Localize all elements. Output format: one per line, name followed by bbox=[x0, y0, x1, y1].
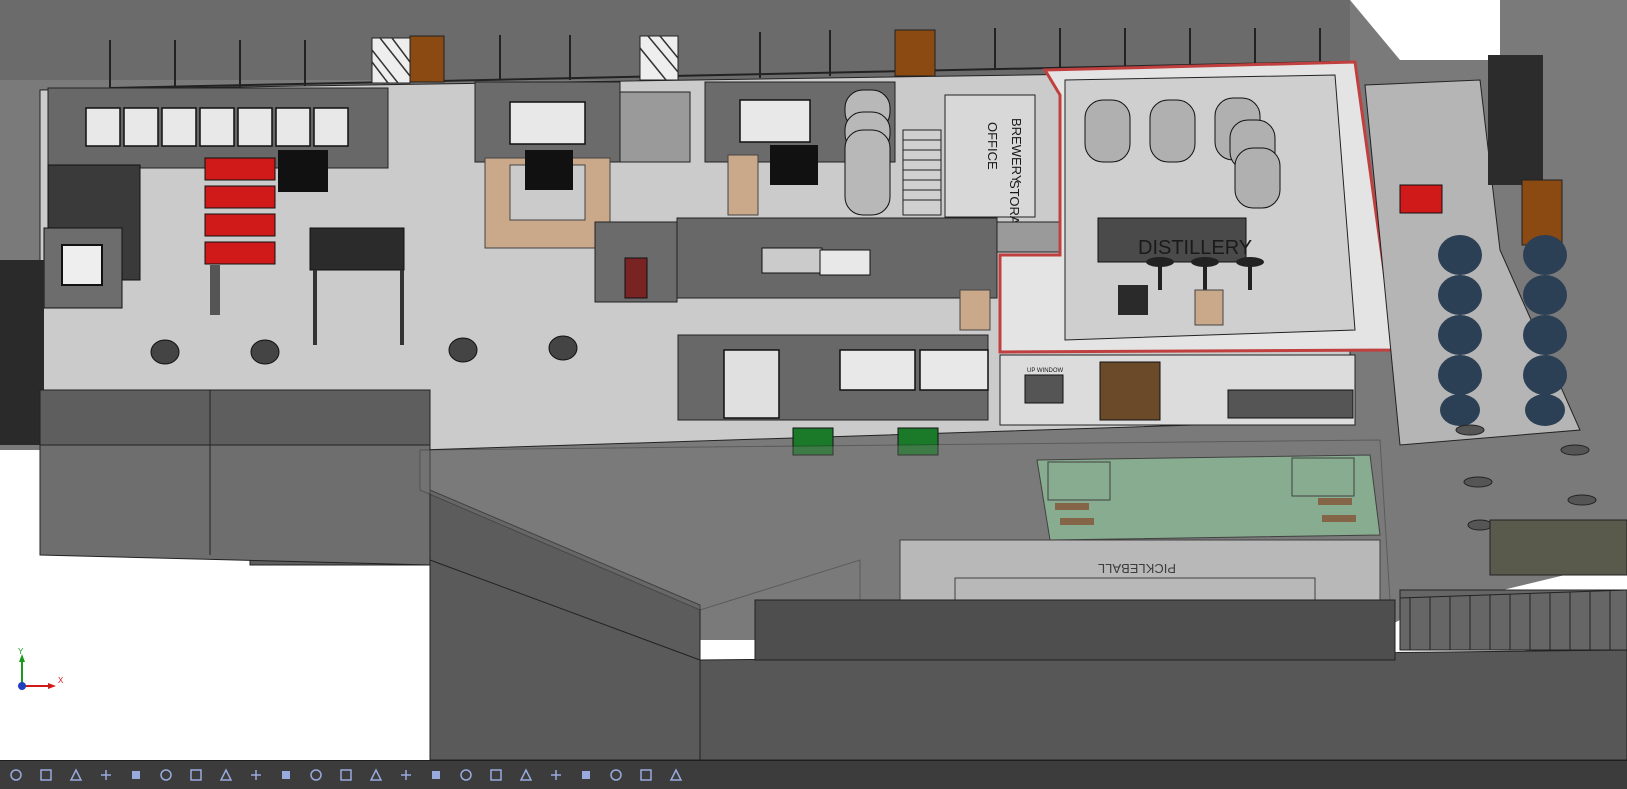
left-windows bbox=[85, 107, 349, 147]
dark-unit-3 bbox=[770, 145, 818, 185]
court-base-wall bbox=[754, 599, 1396, 661]
storefront-doors bbox=[1099, 361, 1161, 421]
window-sign: UP WINDOW bbox=[1027, 368, 1064, 374]
measure-icon[interactable] bbox=[546, 766, 566, 784]
perspective-icon[interactable] bbox=[426, 766, 446, 784]
previous-view-icon[interactable] bbox=[96, 766, 116, 784]
tan-counter-2 bbox=[727, 154, 759, 216]
hatched-panel-right bbox=[639, 35, 679, 81]
rotate-view-icon[interactable] bbox=[6, 766, 26, 784]
snapshot-icon[interactable] bbox=[666, 766, 686, 784]
back-door-right bbox=[894, 29, 936, 77]
left-edge-wall bbox=[0, 260, 44, 445]
view-orientation-icon[interactable] bbox=[156, 766, 176, 784]
cartoon-icon[interactable] bbox=[456, 766, 476, 784]
edit-appearance-icon[interactable] bbox=[246, 766, 266, 784]
cad-3d-viewport[interactable]: BREWERY OFFICE STORAGE DISTILLERY UP WIN… bbox=[0, 0, 1627, 760]
section-properties-icon[interactable] bbox=[606, 766, 626, 784]
reference-triad: Y X bbox=[8, 647, 68, 698]
office-label: OFFICE bbox=[985, 122, 1000, 170]
display-style-icon[interactable] bbox=[186, 766, 206, 784]
triad-y-label: Y bbox=[18, 648, 24, 656]
camera-icon[interactable] bbox=[486, 766, 506, 784]
dark-unit-2 bbox=[525, 150, 573, 190]
hide-show-icon[interactable] bbox=[216, 766, 236, 784]
dark-structure-right bbox=[1488, 55, 1543, 185]
apply-scene-icon[interactable] bbox=[276, 766, 296, 784]
triad-x-label: X bbox=[58, 676, 64, 685]
stairs bbox=[902, 129, 942, 216]
brewery-tanks bbox=[844, 89, 891, 216]
left-square-window bbox=[61, 244, 103, 286]
gate-structure bbox=[309, 227, 405, 271]
lights-icon[interactable] bbox=[516, 766, 536, 784]
dark-unit-1 bbox=[278, 150, 328, 192]
brewery-label: BREWERY bbox=[1009, 118, 1024, 184]
ambient-occlusion-icon[interactable] bbox=[396, 766, 416, 784]
building-model[interactable]: BREWERY OFFICE STORAGE DISTILLERY UP WIN… bbox=[0, 0, 1627, 760]
front-door bbox=[723, 349, 780, 419]
mass-properties-icon[interactable] bbox=[576, 766, 596, 784]
zoom-fit-icon[interactable] bbox=[36, 766, 56, 784]
view-settings-icon[interactable] bbox=[306, 766, 326, 784]
zoom-area-icon[interactable] bbox=[66, 766, 86, 784]
glass-entry bbox=[619, 91, 691, 163]
shadows-icon[interactable] bbox=[366, 766, 386, 784]
red-sign-right bbox=[1399, 184, 1443, 214]
red-door bbox=[624, 257, 648, 299]
distillery-label: DISTILLERY bbox=[1138, 237, 1252, 259]
front-retaining-wall bbox=[699, 649, 1627, 760]
section-view-icon[interactable] bbox=[126, 766, 146, 784]
back-door-left bbox=[409, 35, 445, 83]
view-toolbar bbox=[0, 760, 1627, 789]
realview-icon[interactable] bbox=[336, 766, 356, 784]
hatched-panel-left bbox=[371, 37, 411, 84]
interference-icon[interactable] bbox=[636, 766, 656, 784]
